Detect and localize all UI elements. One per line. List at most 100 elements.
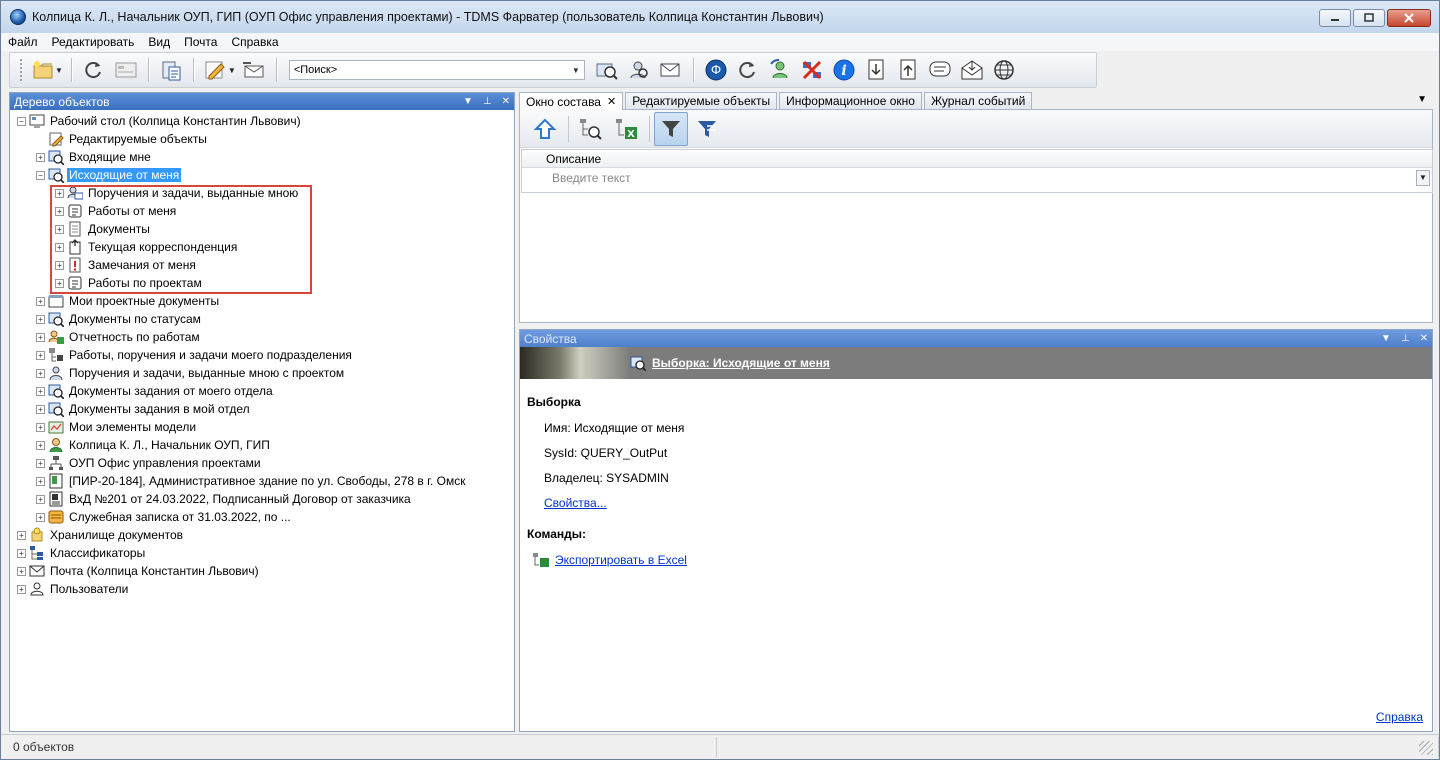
expand-icon[interactable]: + (36, 368, 45, 378)
tree-node[interactable]: + Почта (Колпица Константин Львович) (10, 562, 514, 580)
message-button[interactable] (926, 56, 954, 84)
edit-dropdown-icon[interactable]: ▼ (228, 66, 236, 75)
menu-edit[interactable]: Редактировать (45, 35, 142, 49)
check-in-button[interactable] (862, 56, 890, 84)
tree-node[interactable]: + Документы задания от моего отдела (10, 382, 514, 400)
tree-node[interactable]: + ОУП Офис управления проектами (10, 454, 514, 472)
tree-node[interactable]: + Работы, поручения и задачи моего подраз… (10, 346, 514, 364)
tree-node[interactable]: + Служебная записка от 31.03.2022, по ... (10, 508, 514, 526)
farvater-button[interactable]: Ф (702, 56, 730, 84)
tree-node[interactable]: + Работы по проектам (10, 274, 514, 292)
close-icon[interactable]: ✕ (607, 95, 616, 108)
tree-node[interactable]: + [ПИР-20-184], Административное здание п… (10, 472, 514, 490)
send-button[interactable] (240, 56, 268, 84)
search-combo[interactable]: <Поиск> ▼ (288, 60, 585, 80)
tree-node[interactable]: + ВхД №201 от 24.03.2022, Подписанный Дог… (10, 490, 514, 508)
tree-node[interactable]: + Документы (10, 220, 514, 238)
tree-node[interactable]: + Текущая корреспонденция (10, 238, 514, 256)
expand-icon[interactable]: + (55, 224, 64, 234)
tree-node[interactable]: + Отчетность по работам (10, 328, 514, 346)
mail-search-button[interactable] (657, 56, 685, 84)
tree-node[interactable]: − Исходящие от меня (10, 166, 514, 184)
expand-icon[interactable]: + (17, 566, 26, 576)
toolbar-grip[interactable] (20, 59, 23, 81)
tab-edited-objects[interactable]: Редактируемые объекты (625, 92, 778, 109)
pin-icon[interactable]: ⊥ (1401, 333, 1410, 344)
edit-button[interactable] (202, 56, 230, 84)
close-icon[interactable]: ✕ (502, 96, 510, 107)
tree-node[interactable]: + Колпица К. Л., Начальник ОУП, ГИП (10, 436, 514, 454)
clear-filter-button[interactable] (690, 112, 724, 146)
expand-icon[interactable]: + (36, 296, 45, 306)
close-button[interactable] (1387, 9, 1431, 27)
paste-button[interactable] (157, 56, 185, 84)
chevron-down-icon[interactable]: ▼ (572, 66, 580, 75)
expand-icon[interactable]: + (36, 314, 45, 324)
expand-icon[interactable]: + (36, 332, 45, 342)
collapse-icon[interactable]: − (17, 116, 26, 126)
folder-search-button[interactable] (593, 56, 621, 84)
collapse-icon[interactable]: − (36, 170, 45, 180)
column-header-description[interactable]: Описание (522, 150, 1432, 168)
info-button[interactable]: i (830, 56, 858, 84)
expand-icon[interactable]: + (55, 260, 64, 270)
expand-icon[interactable]: + (17, 584, 26, 594)
expand-icon[interactable]: + (36, 386, 45, 396)
chevron-down-icon[interactable]: ▼ (1416, 170, 1430, 186)
check-out-button[interactable] (894, 56, 922, 84)
menu-help[interactable]: Справка (224, 35, 285, 49)
tree-node[interactable]: + Мои элементы модели (10, 418, 514, 436)
expand-icon[interactable]: + (36, 422, 45, 432)
tree-node[interactable]: + Классификаторы (10, 544, 514, 562)
expand-icon[interactable]: + (36, 404, 45, 414)
expand-icon[interactable]: + (55, 278, 64, 288)
expand-icon[interactable]: + (17, 530, 26, 540)
tree-node[interactable]: + Поручения и задачи, выданные мною с про… (10, 364, 514, 382)
tree-node[interactable]: + Мои проектные документы (10, 292, 514, 310)
title-bar[interactable]: Колпица К. Л., Начальник ОУП, ГИП (ОУП О… (1, 1, 1439, 33)
panel-menu-icon[interactable]: ▼ (463, 96, 473, 107)
go-up-button[interactable] (528, 112, 562, 146)
expand-icon[interactable]: + (17, 548, 26, 558)
excel-export-button[interactable]: X (609, 112, 643, 146)
expand-icon[interactable]: + (36, 152, 45, 162)
expand-icon[interactable]: + (55, 242, 64, 252)
maximize-button[interactable] (1353, 9, 1385, 27)
menu-mail[interactable]: Почта (177, 35, 224, 49)
properties-view-button[interactable] (112, 56, 140, 84)
tree-node[interactable]: + Документы задания в мой отдел (10, 400, 514, 418)
tree-search-button[interactable] (573, 112, 607, 146)
expand-icon[interactable]: + (36, 476, 45, 486)
tree-node[interactable]: + Хранилище документов (10, 526, 514, 544)
users-sync-button[interactable] (766, 56, 794, 84)
expand-icon[interactable]: + (36, 494, 45, 504)
help-link[interactable]: Справка (1376, 710, 1423, 724)
expand-icon[interactable]: + (36, 440, 45, 450)
sync-button[interactable] (734, 56, 762, 84)
web-button[interactable] (990, 56, 1018, 84)
user-search-button[interactable] (625, 56, 653, 84)
tab-information-window[interactable]: Информационное окно (779, 92, 922, 109)
inbox-button[interactable] (958, 56, 986, 84)
expand-icon[interactable]: + (55, 188, 64, 198)
resize-grip[interactable] (1419, 741, 1433, 755)
tree-node[interactable]: + Работы от меня (10, 202, 514, 220)
expand-icon[interactable]: + (36, 458, 45, 468)
panel-menu-icon[interactable]: ▼ (1381, 333, 1391, 344)
expand-icon[interactable]: + (36, 512, 45, 522)
expand-icon[interactable]: + (36, 350, 45, 360)
tab-composition-window[interactable]: Окно состава ✕ (519, 92, 624, 110)
pin-icon[interactable]: ⊥ (483, 96, 492, 107)
close-icon[interactable]: ✕ (1420, 333, 1428, 344)
menu-view[interactable]: Вид (141, 35, 177, 49)
filter-button[interactable] (654, 111, 688, 146)
minimize-button[interactable] (1319, 9, 1351, 27)
tree-node[interactable]: + Пользователи (10, 580, 514, 598)
tree-node[interactable]: + Входящие мне (10, 148, 514, 166)
export-excel-link[interactable]: Экспортировать в Excel (555, 553, 687, 567)
new-object-button[interactable] (29, 56, 57, 84)
expand-icon[interactable]: + (55, 206, 64, 216)
selection-link[interactable]: Выборка: Исходящие от меня (652, 356, 830, 370)
tree-node[interactable]: Редактируемые объекты (10, 130, 514, 148)
properties-link[interactable]: Свойства... (544, 496, 607, 510)
